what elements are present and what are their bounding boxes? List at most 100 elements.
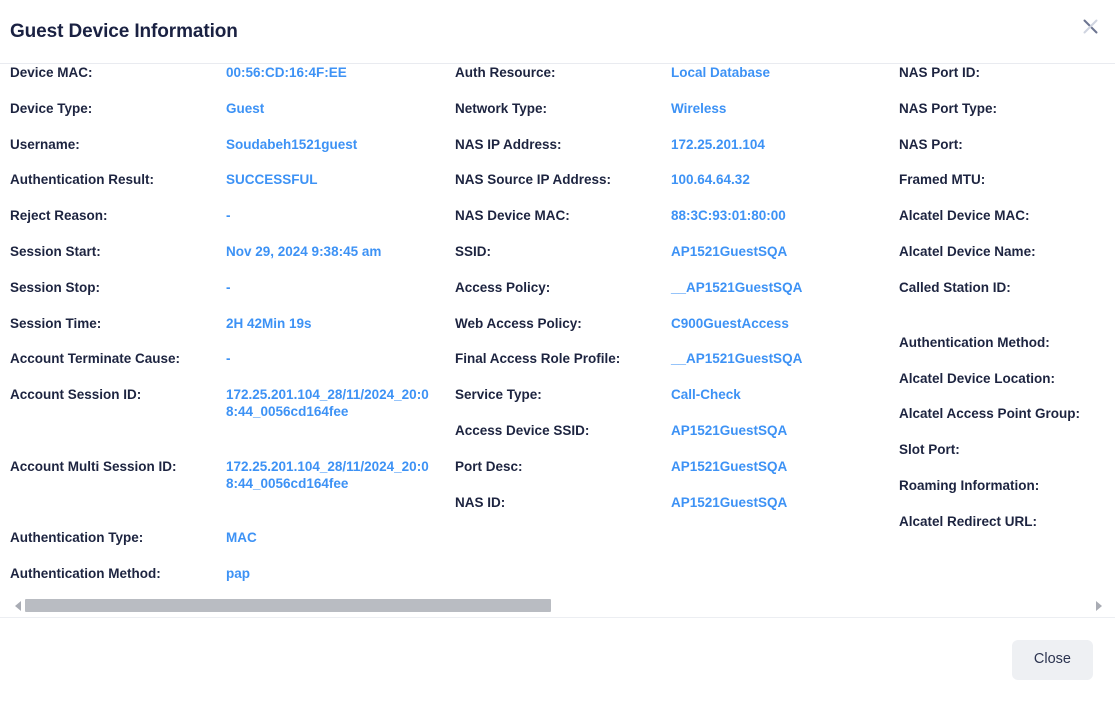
field-label: Web Access Policy: [455,315,582,332]
field-label: NAS IP Address: [455,136,562,153]
field-row: Reject Reason: - [10,207,450,243]
field-value: - [226,350,436,367]
field-label: Authentication Method: [10,565,161,582]
field-row: Alcatel Device MAC: [899,207,1115,243]
field-row: Called Station ID: [899,279,1115,334]
field-row: Final Access Role Profile: __AP1521GuestS… [455,350,895,386]
field-row: Authentication Result: SUCCESSFUL [10,171,450,207]
field-row: Framed MTU: [899,171,1115,207]
field-value: 2H 42Min 19s [226,315,436,332]
field-row: Alcatel Access Point Group: [899,405,1115,441]
field-label: NAS Port: [899,136,963,153]
column-middle: Auth Resource: Local Database Network Type… [455,64,895,529]
field-row: NAS ID: AP1521GuestSQA [455,494,895,530]
field-value: 100.64.64.32 [671,171,886,188]
field-value: Nov 29, 2024 9:38:45 am [226,243,436,260]
field-label: NAS Port ID: [899,64,980,81]
field-value: - [226,279,436,296]
field-label: Device Type: [10,100,92,117]
field-value: 172.25.201.104 [671,136,886,153]
dialog-footer: Close [0,617,1115,702]
field-label: Access Device SSID: [455,422,589,439]
close-button[interactable]: Close [1012,640,1093,679]
field-row: Roaming Information: [899,477,1115,513]
field-value: 172.25.201.104_28/11/2024_20:08:44_0056c… [226,386,436,420]
field-label: Alcatel Device Location: [899,370,1055,387]
field-row: Service Type: Call-Check [455,386,895,422]
field-label: Service Type: [455,386,542,403]
field-value: 172.25.201.104_28/11/2024_20:08:44_0056c… [226,458,436,492]
field-row: Slot Port: [899,441,1115,477]
field-label: Alcatel Device Name: [899,243,1036,260]
field-label: Device MAC: [10,64,93,81]
field-value: Soudabeh1521guest [226,136,436,153]
field-label: Authentication Result: [10,171,154,188]
field-row: Account Multi Session ID:172.25.201.104_… [10,458,450,530]
dialog-header: Guest Device Information [0,0,1115,64]
field-row: Authentication Type:MAC [10,529,450,565]
field-row: Username: Soudabeh1521guest [10,136,450,172]
field-label: Username: [10,136,80,153]
field-value: __AP1521GuestSQA [671,350,886,367]
field-row: Session Start: Nov 29, 2024 9:38:45 am [10,243,450,279]
field-row: Network Type: Wireless [455,100,895,136]
field-row: NAS IP Address: 172.25.201.104 [455,136,895,172]
field-label: Authentication Type: [10,529,143,546]
field-value: AP1521GuestSQA [671,243,886,260]
field-label: Auth Resource: [455,64,556,81]
field-value: Wireless [671,100,886,117]
field-row: Access Device SSID: AP1521GuestSQA [455,422,895,458]
field-value: Local Database [671,64,886,81]
field-label: Called Station ID: [899,279,1011,296]
field-row: Device Type: Guest [10,100,450,136]
field-row: Access Policy:__AP1521GuestSQA [455,279,895,315]
field-row: Device MAC: 00:56:CD:16:4F:EE [10,64,450,100]
field-label: Session Start: [10,243,101,260]
chevron-left-icon[interactable] [10,595,26,617]
field-row: Alcatel Device Location: [899,370,1115,406]
field-label: Slot Port: [899,441,960,458]
field-value: 00:56:CD:16:4F:EE [226,64,436,81]
field-value: AP1521GuestSQA [671,422,886,439]
guest-device-information-dialog: Guest Device Information Device MAC: 00:5… [0,0,1115,702]
field-row: Session Time: 2H 42Min 19s [10,315,450,351]
field-value: Guest [226,100,436,117]
field-value: Call-Check [671,386,886,403]
field-label: Alcatel Redirect URL: [899,513,1037,530]
field-label: Session Time: [10,315,101,332]
field-label: NAS Source IP Address: [455,171,611,188]
field-row: Web Access Policy: C900GuestAccess [455,315,895,351]
field-value: AP1521GuestSQA [671,494,886,511]
field-label: Reject Reason: [10,207,108,224]
chevron-right-icon[interactable] [1091,595,1107,617]
horizontal-scrollbar[interactable] [0,595,1115,617]
field-value: - [226,207,436,224]
field-row: Account Terminate Cause: - [10,350,450,386]
field-row: Alcatel Redirect URL: [899,513,1115,549]
field-row: Port Desc:AP1521GuestSQA [455,458,895,494]
column-left: Device MAC: 00:56:CD:16:4F:EE Device Type:… [10,64,450,601]
field-value: C900GuestAccess [671,315,886,332]
field-label: Account Terminate Cause: [10,350,180,367]
field-label: Account Session ID: [10,386,141,403]
scrollbar-thumb[interactable] [25,599,551,612]
field-row: SSID: AP1521GuestSQA [455,243,895,279]
field-row: NAS Port: [899,136,1115,172]
field-label: Network Type: [455,100,547,117]
field-label: NAS ID: [455,494,505,511]
field-label: NAS Device MAC: [455,207,570,224]
field-label: Port Desc: [455,458,523,475]
field-row: Session Stop:- [10,279,450,315]
field-row: Auth Resource: Local Database [455,64,895,100]
field-label: Framed MTU: [899,171,985,188]
field-row: Authentication Method: [899,334,1115,370]
field-row: Account Session ID: 172.25.201.104_28/11/… [10,386,450,458]
field-row: NAS Port Type: [899,100,1115,136]
close-x-icon[interactable] [1077,13,1103,39]
field-label: SSID: [455,243,491,260]
page-title: Guest Device Information [10,22,238,41]
field-row: NAS Port ID: [899,64,1115,100]
field-row: NAS Source IP Address: 100.64.64.32 [455,171,895,207]
field-label: Final Access Role Profile: [455,350,620,367]
field-value: SUCCESSFUL [226,171,436,188]
